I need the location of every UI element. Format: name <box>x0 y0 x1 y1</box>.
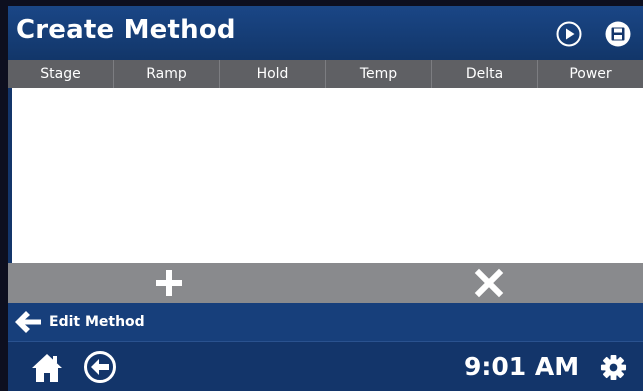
app-window: Create Method Stage Ramp Hold Temp Delta… <box>8 6 643 391</box>
back-button[interactable] <box>83 350 117 384</box>
arrow-left-icon <box>15 311 41 333</box>
table-header: Stage Ramp Hold Temp Delta Power <box>8 60 643 88</box>
play-circle-icon <box>556 21 582 47</box>
home-icon <box>32 354 62 382</box>
column-header-stage: Stage <box>8 60 114 88</box>
action-bar <box>8 263 643 303</box>
footer-bar: 9:01 AM <box>8 341 643 391</box>
settings-button[interactable] <box>600 354 627 381</box>
save-disk-icon <box>605 21 631 47</box>
add-stage-button[interactable] <box>109 263 229 303</box>
breadcrumb[interactable]: Edit Method <box>8 303 643 341</box>
title-bar: Create Method <box>8 6 643 60</box>
delete-stage-button[interactable] <box>429 263 549 303</box>
page-title: Create Method <box>16 15 236 45</box>
column-header-hold: Hold <box>220 60 326 88</box>
save-button[interactable] <box>604 20 632 48</box>
column-header-temp: Temp <box>326 60 432 88</box>
back-circle-icon <box>84 351 116 383</box>
run-button[interactable] <box>555 20 583 48</box>
column-header-ramp: Ramp <box>114 60 220 88</box>
gear-icon <box>600 354 627 381</box>
stage-list[interactable] <box>12 88 643 263</box>
column-header-delta: Delta <box>432 60 538 88</box>
home-button[interactable] <box>30 351 64 385</box>
column-header-power: Power <box>569 66 612 82</box>
x-icon <box>474 268 504 298</box>
breadcrumb-label: Edit Method <box>49 314 145 330</box>
clock: 9:01 AM <box>464 352 580 381</box>
plus-icon <box>156 270 182 296</box>
